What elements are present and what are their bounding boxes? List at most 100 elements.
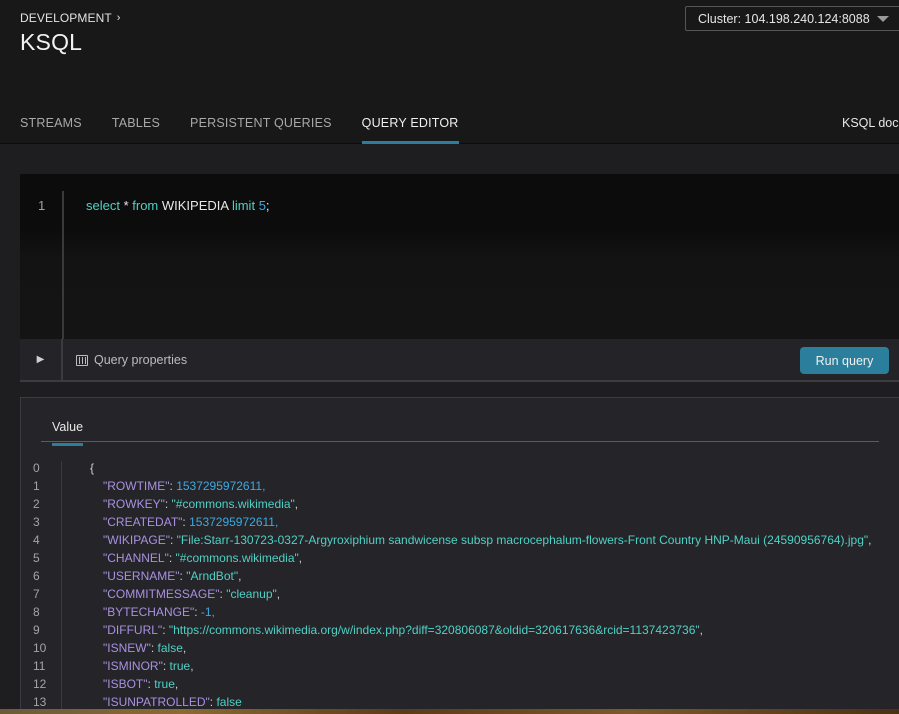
json-key: "CHANNEL" [103,551,169,565]
json-line: 4 "WIKIPAGE": "File:Starr-130723-0327-Arg… [21,533,899,551]
play-icon[interactable]: ▶ [20,339,63,380]
query-editor[interactable]: 1 select * from WIKIPEDIA limit 5; [20,174,899,339]
json-value: "cleanup" [226,587,277,601]
json-line-number: 4 [33,533,40,547]
json-entry: "COMMITMESSAGE": "cleanup", [103,587,280,601]
json-line: 6 "USERNAME": "ArndBot", [21,569,899,587]
json-line: 7 "COMMITMESSAGE": "cleanup", [21,587,899,605]
breadcrumb[interactable]: DEVELOPMENT › [20,11,121,25]
caret-down-icon [877,16,889,22]
json-comma: , [274,515,279,529]
json-key: "WIKIPAGE" [103,533,170,547]
tab-persistent-queries[interactable]: PERSISTENT QUERIES [190,104,332,144]
json-colon: : [162,623,169,637]
json-viewer[interactable]: 0{1 "ROWTIME": 1537295972611, 2 "ROWKEY": "… [21,461,899,714]
json-key: "ISBOT" [103,677,148,691]
results-tab-row: Value [41,418,879,446]
json-line: 3 "CREATEDAT": 1537295972611, [21,515,899,533]
json-entry: "ROWTIME": 1537295972611, [103,479,265,493]
ksql-docs-link[interactable]: KSQL docs [842,116,899,130]
json-value: 1537295972611 [176,479,263,493]
json-value: true [154,677,175,691]
json-comma: , [182,641,187,655]
json-key: "BYTECHANGE" [103,605,195,619]
desktop-background [0,709,899,714]
json-line: 5 "CHANNEL": "#commons.wikimedia", [21,551,899,569]
json-entry: "CREATEDAT": 1537295972611, [103,515,278,529]
token-star: * [119,198,133,213]
json-line: 2 "ROWKEY": "#commons.wikimedia", [21,497,899,515]
tab-query-editor[interactable]: QUERY EDITOR [361,104,459,144]
json-line: 0{ [21,461,899,479]
json-value: "ArndBot" [186,569,239,583]
json-line-number: 13 [33,695,47,709]
json-line: 8 "BYTECHANGE": -1, [21,605,899,623]
json-line-number: 10 [33,641,47,655]
json-key: "ROWTIME" [103,479,170,493]
token-semicolon: ; [265,198,270,213]
json-line-number: 12 [33,677,47,691]
json-line-number: 6 [33,569,40,583]
tab-streams[interactable]: STREAMS [20,104,82,144]
run-query-button[interactable]: Run query [800,347,889,374]
tab-value[interactable]: Value [52,420,84,446]
json-key: "ISUNPATROLLED" [103,695,210,709]
json-comma: , [298,551,303,565]
json-key: "ISMINOR" [103,659,163,673]
json-line: 10 "ISNEW": false, [21,641,899,659]
page-title: KSQL [20,29,83,55]
json-entry: "ROWKEY": "#commons.wikimedia", [103,497,298,511]
json-colon: : [168,551,176,565]
json-comma: , [868,533,872,547]
breadcrumb-development[interactable]: DEVELOPMENT [20,11,112,25]
cluster-select-value: Cluster: 104.198.240.124:8088 [698,11,870,26]
json-line-number: 0 [33,461,40,475]
editor-line-number: 1 [38,198,46,213]
json-key: "ROWKEY" [103,497,165,511]
json-colon: : [164,497,172,511]
json-line-number: 11 [33,659,46,673]
editor-toolbar: ▶ Query properties Run query [20,339,899,382]
main-tabs: STREAMS TABLES PERSISTENT QUERIES QUERY … [20,104,489,144]
app-header: DEVELOPMENT › KSQL Cluster: 104.198.240.… [0,0,899,144]
json-entry: "ISNEW": false, [103,641,186,655]
json-entry: "USERNAME": "ArndBot", [103,569,241,583]
keyword-select: select [86,198,120,213]
keyword-from: from [132,198,159,213]
json-entry: "WIKIPAGE": "File:Starr-130723-0327-Argy… [103,533,872,547]
json-comma: , [211,605,215,619]
editor-gutter-divider [62,191,64,339]
json-value: "#commons.wikimedia" [175,551,299,565]
cluster-select[interactable]: Cluster: 104.198.240.124:8088 [685,6,899,31]
json-value: "https://commons.wikimedia.org/w/index.p… [168,623,700,637]
query-properties-label: Query properties [94,353,188,367]
json-key: "USERNAME" [103,569,180,583]
json-line-number: 5 [33,551,40,565]
json-comma: , [294,497,299,511]
json-line: 12 "ISBOT": true, [21,677,899,695]
query-properties-button[interactable]: Query properties [76,353,187,367]
json-line-number: 8 [33,605,40,619]
json-entry: "ISUNPATROLLED": false [103,695,242,709]
json-value: false [157,641,183,655]
sliders-icon [76,354,88,366]
keyword-limit: limit [231,198,256,213]
json-brace: { [90,461,95,475]
json-entry: "DIFFURL": "https://commons.wikimedia.or… [103,623,703,637]
json-comma: , [174,677,179,691]
json-colon: : [194,605,201,619]
json-value: -1 [200,605,212,619]
editor-code-line[interactable]: select * from WIKIPEDIA limit 5; [86,198,270,213]
json-value: "File:Starr-130723-0327-Argyroxiphium sa… [176,533,869,547]
tab-tables[interactable]: TABLES [112,104,160,144]
json-key: "DIFFURL" [103,623,163,637]
json-entry: "CHANNEL": "#commons.wikimedia", [103,551,302,565]
json-value: false [216,695,242,709]
json-comma: , [262,479,266,493]
json-line-number: 9 [33,623,40,637]
json-key: "CREATEDAT" [103,515,183,529]
json-colon: : [162,659,170,673]
json-value: "#commons.wikimedia" [171,497,295,511]
results-panel: Value 0{1 "ROWTIME": 1537295972611, 2 "ROWK… [20,397,899,714]
json-comma: , [699,623,703,637]
